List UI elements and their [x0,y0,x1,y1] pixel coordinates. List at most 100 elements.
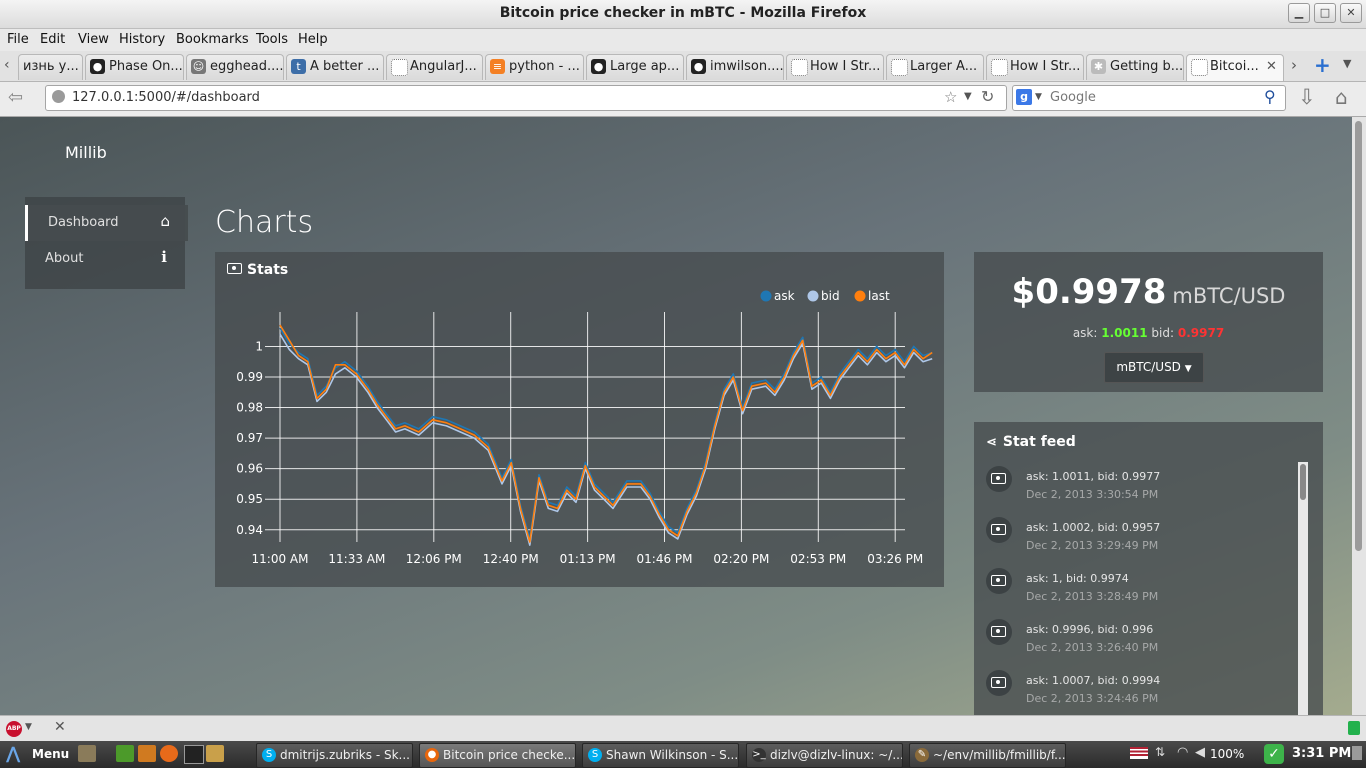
taskbar-item-3[interactable]: >_ dizlv@dizlv-linux: ~/... [746,743,903,768]
reload-icon[interactable]: ↻ [981,87,994,106]
stat-feed-scroll-thumb[interactable] [1300,464,1306,500]
menu-help[interactable]: Help [298,32,328,47]
tab-bar: ‹ изнь у... ● Phase On... ☺ egghead.... t A be… [0,51,1366,82]
google-icon[interactable]: g [1016,89,1032,105]
tumblr-icon: t [291,59,306,74]
tab-label: Large ap... [610,59,680,74]
volume-icon[interactable]: ◀ [1195,745,1205,760]
search-bar[interactable]: g ▼ Google ⚲ [1012,85,1286,111]
taskbar-item-2[interactable]: S Shawn Wilkinson - S... [582,743,739,768]
updates-check-icon[interactable]: ✓ [1264,744,1284,764]
taskbar-item-4[interactable]: ✎ ~/env/millib/fmillib/f... [909,743,1066,768]
url-bar[interactable]: 127.0.0.1:5000/#/dashboard ☆ ▼ ↻ [45,85,1007,111]
currency-dropdown[interactable]: mBTC/USD ▼ [1104,352,1204,383]
adblock-icon[interactable]: ABP [6,721,22,737]
status-indicator-icon[interactable] [1348,721,1360,735]
clock[interactable]: 3:31 PM [1292,746,1351,761]
tab-7[interactable]: ● imwilson.... [686,54,784,80]
generic-page-icon [791,59,808,76]
taskbar-item-0[interactable]: Sdmitrijs.zubriks - Sk... [256,743,413,768]
y-tick-label: 0.98 [236,401,263,415]
sidebar-item-about[interactable]: About i [25,241,185,277]
search-input[interactable]: Google [1050,90,1096,105]
show-desktop-button[interactable] [1352,746,1362,760]
tab-list-icon[interactable]: ▼ [1343,57,1351,70]
info-icon: i [161,248,167,266]
tab-12[interactable]: Bitcoi... ✕ [1186,54,1284,81]
tab-5[interactable]: ≡ python - ... [485,54,584,80]
folder-launcher-icon[interactable] [206,745,224,762]
start-menu-button[interactable]: Menu [32,747,69,761]
url-history-icon[interactable]: ▼ [964,91,972,102]
page-scroll-thumb[interactable] [1355,121,1362,551]
github-icon: ● [90,59,105,74]
tab-1[interactable]: ● Phase On... [85,54,184,80]
price-panel: $0.9978 mBTC/USD ask: 1.0011 bid: 0.9977 … [974,252,1323,392]
price-unit: mBTC/USD [1172,284,1286,308]
close-tab-icon[interactable]: ✕ [1266,59,1277,74]
feed-icon [986,568,1012,594]
sidebar-item-label: Dashboard [48,215,119,230]
stat-feed-scrollbar[interactable] [1298,462,1308,715]
legend-label-ask: ask [774,289,795,303]
file-manager-launcher-icon[interactable] [78,745,96,762]
tab-8[interactable]: How I Str... [786,54,884,80]
tabs-scroll-right-icon[interactable]: › [1291,56,1297,74]
tab-11[interactable]: ✱ Getting b... [1086,54,1184,80]
firefox-launcher-icon[interactable] [160,745,178,762]
minimize-button[interactable]: ▁ [1288,3,1310,23]
bid-label: bid: [1151,326,1175,340]
price-display: $0.9978 mBTC/USD [974,272,1323,312]
new-tab-icon[interactable]: + [1314,53,1331,77]
feed-item: ask: 1.0002, bid: 0.9957 Dec 2, 2013 3:29… [986,515,1286,561]
menu-view[interactable]: View [78,32,109,47]
tab-6[interactable]: ● Large ap... [586,54,684,80]
taskbar-item-1[interactable]: ● Bitcoin price checke... [419,743,576,768]
tabs-scroll-left-icon[interactable]: ‹ [4,57,10,73]
menu-history[interactable]: History [119,32,165,47]
page-scrollbar[interactable] [1352,117,1366,715]
page-content: Millib Dashboard ⌂ About i Charts Stats … [0,117,1352,715]
url-text[interactable]: 127.0.0.1:5000/#/dashboard [72,90,260,105]
x-tick-label: 12:40 PM [483,552,539,566]
bookmark-star-icon[interactable]: ☆ [944,88,957,106]
tab-10[interactable]: How I Str... [986,54,1084,80]
app-launcher-icon[interactable] [116,745,134,762]
maximize-button[interactable]: □ [1314,3,1336,23]
generic-page-icon [391,59,408,76]
x-tick-label: 02:20 PM [713,552,769,566]
menu-bookmarks[interactable]: Bookmarks [176,32,249,47]
legend-marker-ask [760,290,772,302]
sidebar-item-dashboard[interactable]: Dashboard ⌂ [25,205,188,241]
sublime-launcher-icon[interactable] [138,745,156,762]
x-tick-label: 02:53 PM [790,552,846,566]
legend-label-bid: bid [821,289,840,303]
search-icon[interactable]: ⚲ [1264,87,1276,106]
back-icon[interactable]: ⇦ [8,87,23,108]
terminal-launcher-icon[interactable] [184,745,204,764]
taskbar-item-label: Shawn Wilkinson - S... [606,748,739,762]
feed-item-time: Dec 2, 2013 3:26:40 PM [1026,641,1159,654]
keyboard-layout-flag-icon[interactable] [1130,747,1148,759]
menu-edit[interactable]: Edit [40,32,65,47]
wifi-icon[interactable]: ◠ [1177,745,1188,760]
tab-4[interactable]: AngularJ... [386,54,483,80]
menu-file[interactable]: File [7,32,29,47]
downloads-icon[interactable]: ⇩ [1298,85,1316,109]
start-menu-icon[interactable]: ⋀ [6,744,20,764]
adblock-menu-icon[interactable]: ▼ [25,722,32,732]
close-window-button[interactable]: ✕ [1340,3,1362,23]
app-brand[interactable]: Millib [65,143,107,162]
home-page-icon[interactable]: ⌂ [1335,85,1348,109]
tab-9[interactable]: Larger A... [886,54,984,80]
search-engine-menu-icon[interactable]: ▼ [1035,92,1042,102]
page-title: Charts [215,205,314,240]
menu-tools[interactable]: Tools [256,32,288,47]
money-icon [991,575,1006,586]
tab-3[interactable]: t A better ... [286,54,384,80]
tab-0[interactable]: изнь у... [18,54,83,80]
network-icon[interactable]: ⇅ [1155,745,1165,759]
currency-dropdown-label: mBTC/USD [1116,360,1181,374]
tab-2[interactable]: ☺ egghead.... [186,54,284,80]
close-addon-bar-icon[interactable]: ✕ [54,719,66,735]
